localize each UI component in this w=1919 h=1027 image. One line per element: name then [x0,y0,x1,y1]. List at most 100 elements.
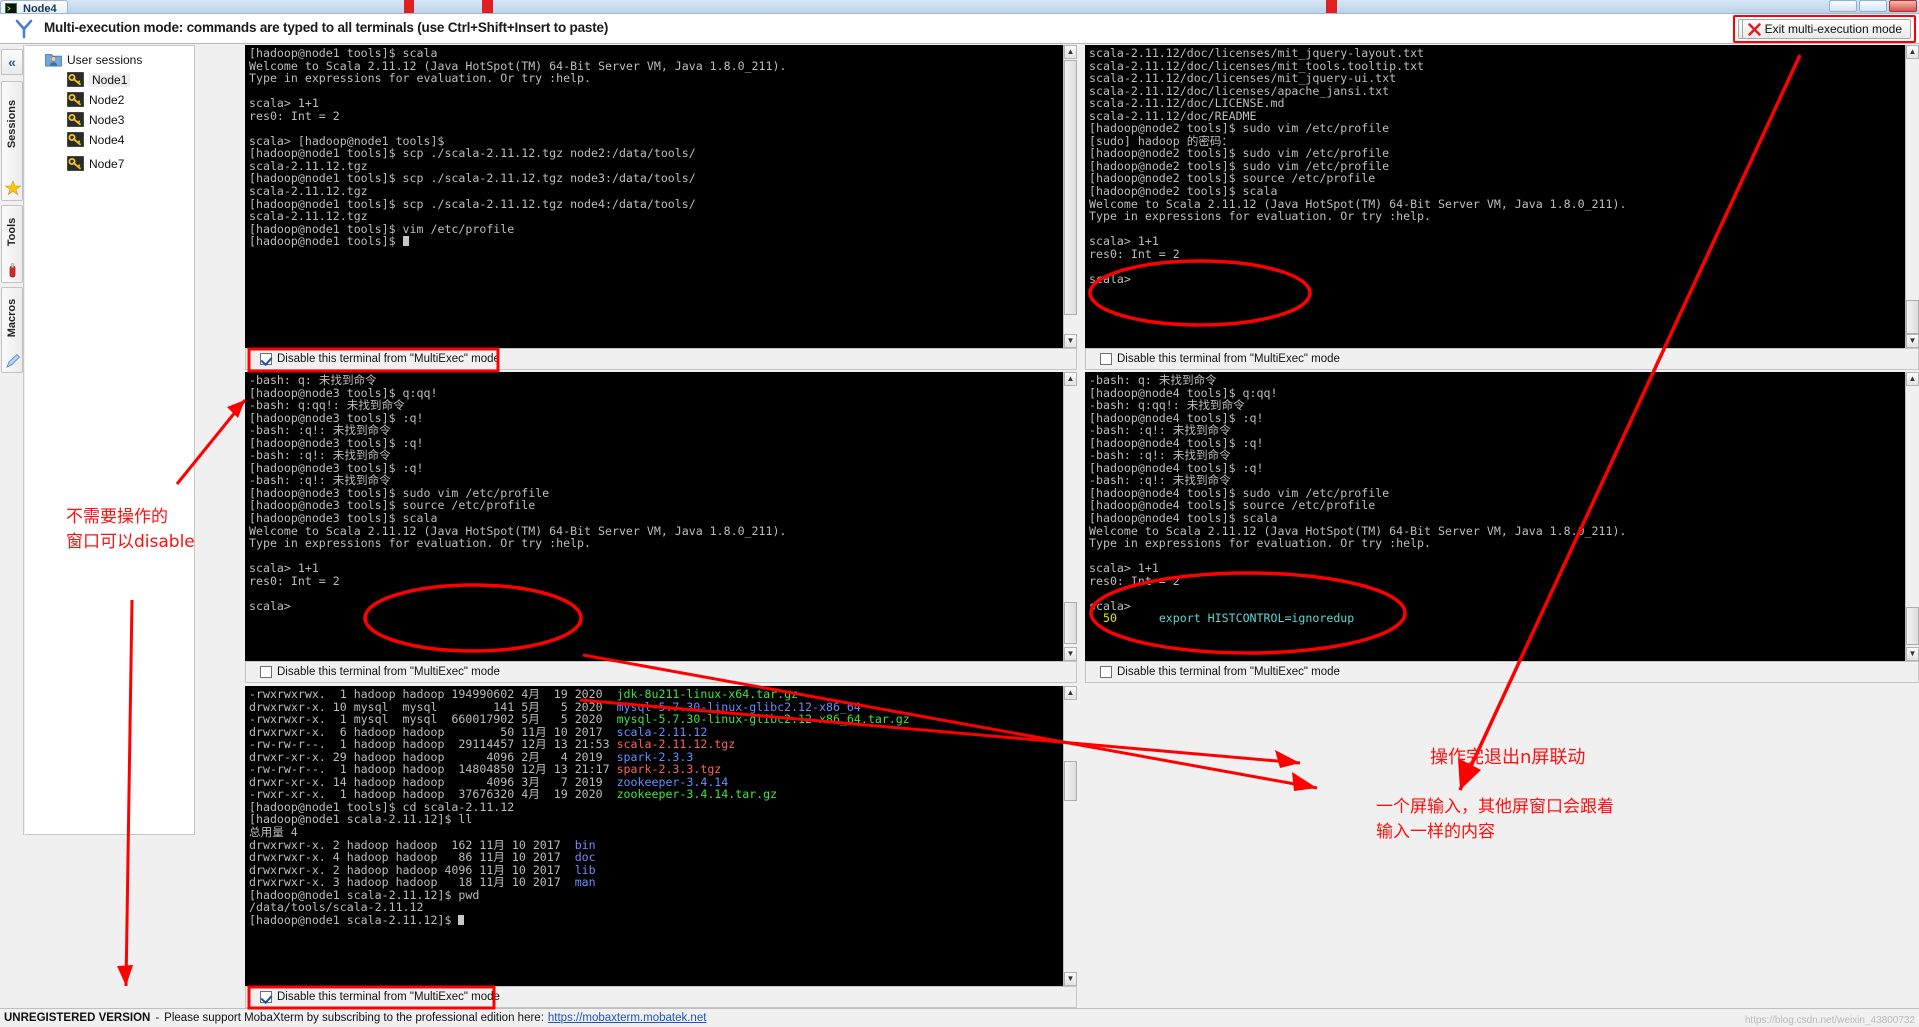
disable-row-node1-top[interactable]: Disable this terminal from "MultiExec" m… [245,348,1077,370]
terminal-scrollbar-node4[interactable]: ▲ ▼ [1905,372,1919,661]
disable-row-node3[interactable]: Disable this terminal from "MultiExec" m… [245,661,1077,683]
rail-label-sessions: Sessions [6,99,18,149]
pen-icon [6,353,21,368]
sidebar-item-label: Node2 [89,92,125,107]
terminal-pane-node2-top[interactable]: scala-2.11.12/doc/licenses/mit_jquery-la… [1085,45,1919,348]
disable-multiexec-label: Disable this terminal from "MultiExec" m… [1117,353,1340,365]
arrowhead-sync-1 [1275,750,1300,768]
ssh-key-icon [67,92,84,107]
rail-label-macros: Macros [6,298,18,338]
rail-section-sessions[interactable]: Sessions [1,81,23,201]
blog-watermark: https://blog.csdn.net/weixin_43800732 [1744,1015,1915,1026]
terminal-pane-node1-top[interactable]: [hadoop@node1 tools]$ scala Welcome to Sc… [245,45,1077,348]
scrollbar-thumb[interactable] [1064,761,1077,801]
multiexec-title: Multi-execution mode: commands are typed… [44,20,609,35]
scrollbar-thumb[interactable] [1064,602,1077,644]
scroll-down-arrow-icon[interactable]: ▼ [1064,334,1077,348]
terminal-pane-node1-bottom[interactable]: -rwxrwxrwx. 1 hadoop hadoop 194990602 4月… [245,686,1077,986]
user-folder-icon [45,54,62,67]
disable-multiexec-label: Disable this terminal from "MultiExec" m… [1117,666,1340,678]
terminal-output-node4[interactable]: -bash: q: 未找到命令 [hadoop@node4 tools]$ q:q… [1085,372,1905,661]
ssh-key-icon [67,132,84,147]
status-bar: UNREGISTERED VERSION - Please support Mo… [0,1008,1919,1027]
exit-multi-execution-label: Exit multi-execution mode [1764,22,1902,36]
sidebar-item-label: Node1 [89,72,131,87]
annotation-sync-text: 一个屏输入，其他屏窗口会跟着 输入一样的内容 [1376,797,1614,842]
disable-multiexec-checkbox[interactable] [260,991,272,1003]
scroll-up-arrow-icon[interactable]: ▲ [1064,45,1077,59]
exit-multi-execution-mode-button[interactable]: Exit multi-execution mode [1741,19,1911,39]
disable-multiexec-label: Disable this terminal from "MultiExec" m… [277,991,500,1003]
disable-row-node4[interactable]: Disable this terminal from "MultiExec" m… [1085,661,1919,683]
tab-node4[interactable]: Node4 [0,0,68,13]
titlebar-red-marker-2 [482,0,493,13]
terminal-scrollbar-node1-bottom[interactable]: ▲ ▼ [1063,686,1077,986]
collapse-sidebar-button[interactable]: « [1,49,23,75]
terminal-pane-node4[interactable]: -bash: q: 未找到命令 [hadoop@node4 tools]$ q:q… [1085,372,1919,661]
scrollbar-thumb[interactable] [1906,607,1919,645]
rail-section-macros[interactable]: Macros [1,287,23,373]
ssh-key-icon [67,72,84,87]
titlebar-red-marker-3 [1326,0,1337,13]
disable-multiexec-checkbox[interactable] [260,666,272,678]
sidebar-item-label: Node3 [89,112,125,127]
scrollbar-thumb[interactable] [1906,300,1919,334]
window-titlebar: Node4 [0,0,1919,14]
sidebar-item-node3[interactable]: Node3 [67,110,124,129]
scroll-up-arrow-icon[interactable]: ▲ [1906,372,1919,386]
scroll-down-arrow-icon[interactable]: ▼ [1906,334,1919,348]
tab-strip[interactable]: Node4 [0,0,69,13]
disable-row-node2-top[interactable]: Disable this terminal from "MultiExec" m… [1085,348,1919,370]
terminal-output-node3[interactable]: -bash: q: 未找到命令 [hadoop@node3 tools]$ q:q… [245,372,1063,661]
sidebar-item-node1[interactable]: Node1 [67,70,131,89]
maximize-button[interactable] [1859,0,1887,12]
scroll-down-arrow-icon[interactable]: ▼ [1064,647,1077,661]
annotation-exit-text: 操作完退出n屏联动 [1430,747,1586,768]
scroll-down-arrow-icon[interactable]: ▼ [1064,972,1077,986]
window-buttons[interactable] [1829,0,1917,12]
arrowhead-to-disable-bottom [117,965,133,986]
swiss-knife-icon [9,263,16,278]
disable-multiexec-checkbox[interactable] [260,353,272,365]
scroll-up-arrow-icon[interactable]: ▲ [1906,45,1919,59]
sidebar-item-label: Node4 [89,132,125,147]
mobaxterm-link[interactable]: https://mobaxterm.mobatek.net [548,1012,707,1024]
disable-multiexec-checkbox[interactable] [1100,353,1112,365]
terminal-icon [5,3,17,13]
rail-label-tools: Tools [6,217,18,247]
close-button[interactable] [1889,0,1917,12]
sidebar-item-node7[interactable]: Node7 [67,154,124,173]
sidebar-item-node4[interactable]: Node4 [67,130,124,149]
minimize-button[interactable] [1829,0,1857,12]
terminal-pane-node3[interactable]: -bash: q: 未找到命令 [hadoop@node3 tools]$ q:q… [245,372,1077,661]
sidebar-item-node2[interactable]: Node2 [67,90,124,109]
scroll-up-arrow-icon[interactable]: ▲ [1064,372,1077,386]
scrollbar-thumb[interactable] [1064,60,1077,315]
terminal-scrollbar-node1-top[interactable]: ▲ ▼ [1063,45,1077,348]
disable-row-node1-bottom[interactable]: Disable this terminal from "MultiExec" m… [245,986,1077,1008]
ssh-key-icon [67,156,84,171]
star-icon [5,180,21,196]
tree-root-user-sessions[interactable]: User sessions [45,50,142,69]
titlebar-red-marker-1 [404,0,414,13]
terminal-output-node1-top[interactable]: [hadoop@node1 tools]$ scala Welcome to Sc… [245,45,1063,348]
multi-execution-bar: Multi-execution mode: commands are typed… [0,14,1919,44]
annotation-disable-text: 不需要操作的 窗口可以disable [66,507,195,552]
terminal-scrollbar-node3[interactable]: ▲ ▼ [1063,372,1077,661]
terminal-scrollbar-node2-top[interactable]: ▲ ▼ [1905,45,1919,348]
session-tree[interactable]: User sessions Node1 Node2 Node3 Node4 No… [25,45,195,835]
rail-section-tools[interactable]: Tools [1,205,23,283]
terminal-output-node1-bottom[interactable]: -rwxrwxrwx. 1 hadoop hadoop 194990602 4月… [245,686,1063,986]
arrowhead-to-disable-top [227,400,245,418]
disable-multiexec-label: Disable this terminal from "MultiExec" m… [277,353,500,365]
terminal-output-node2-top[interactable]: scala-2.11.12/doc/licenses/mit_jquery-la… [1085,45,1905,348]
tree-root-label: User sessions [67,52,143,67]
disable-multiexec-checkbox[interactable] [1100,666,1112,678]
status-message: Please support MobaXterm by subscribing … [164,1012,544,1024]
multiexec-fork-icon [15,19,33,39]
disable-multiexec-label: Disable this terminal from "MultiExec" m… [277,666,500,678]
status-separator: - [155,1012,160,1024]
scroll-down-arrow-icon[interactable]: ▼ [1906,647,1919,661]
status-version: UNREGISTERED VERSION [4,1012,151,1024]
scroll-up-arrow-icon[interactable]: ▲ [1064,686,1077,700]
